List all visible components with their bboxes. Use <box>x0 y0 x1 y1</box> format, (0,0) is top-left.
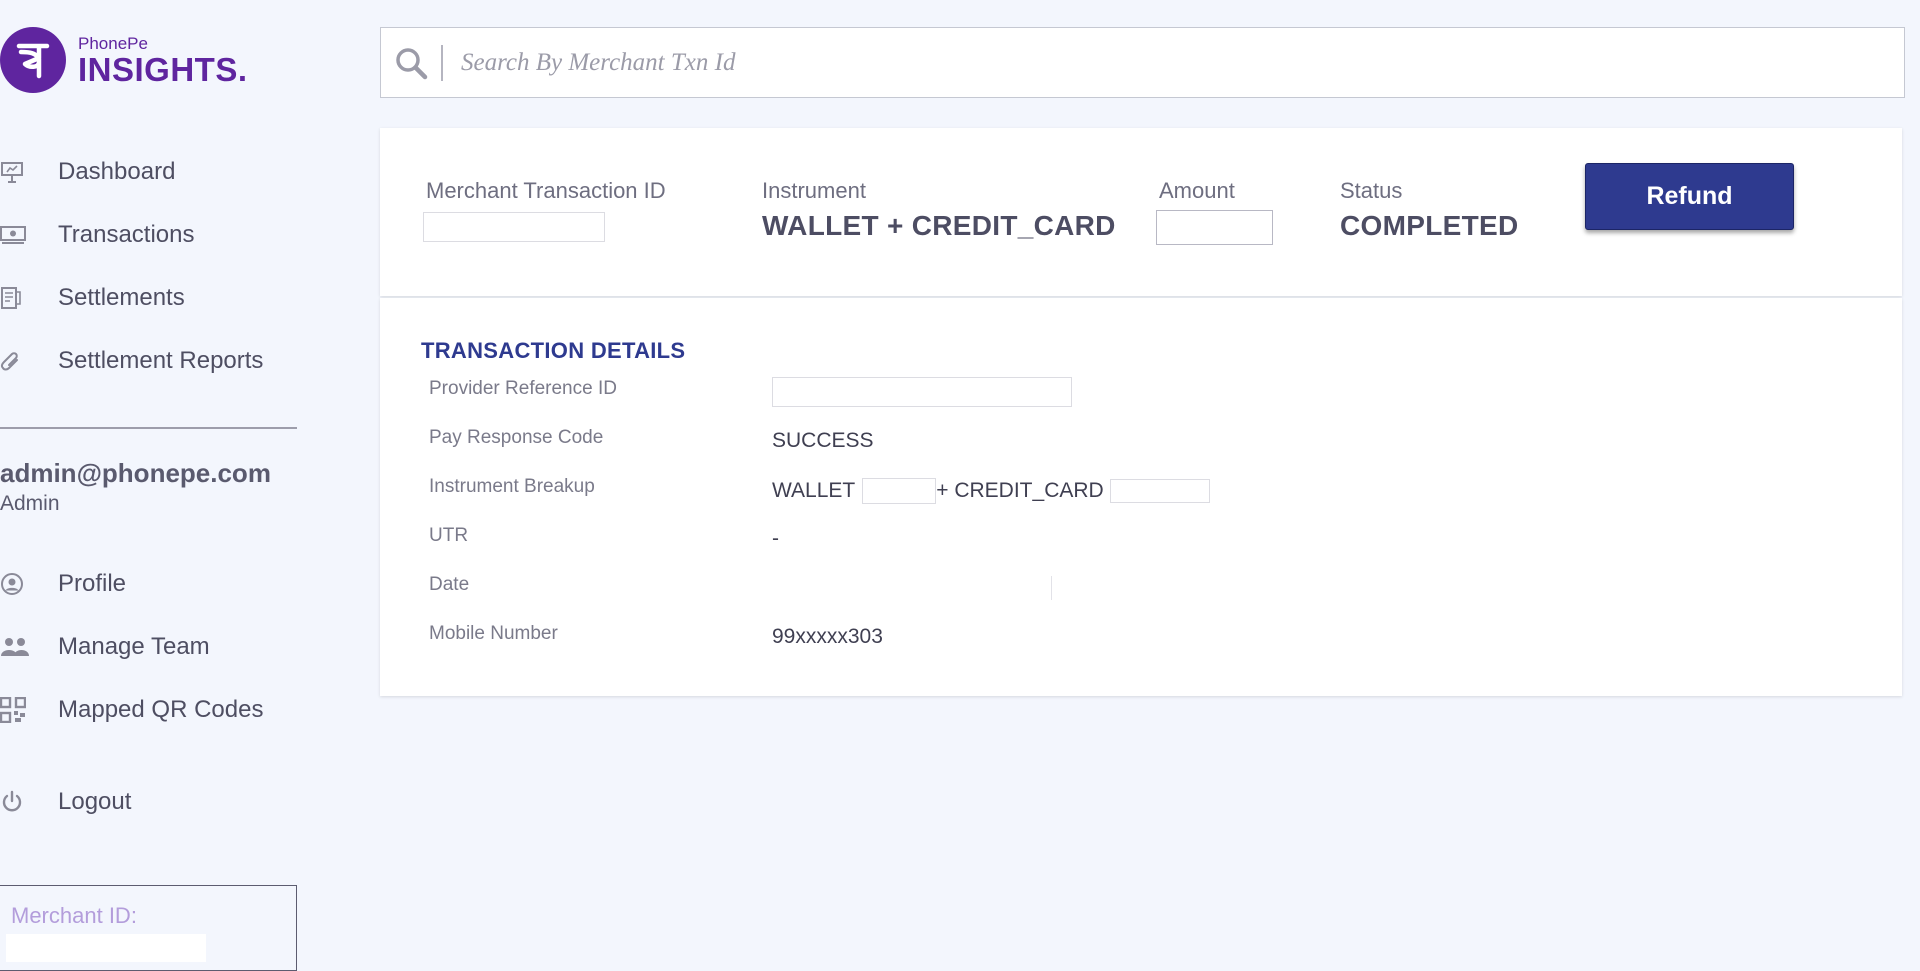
user-email: admin@phonepe.com <box>0 458 271 488</box>
sidebar-item-settlements[interactable]: Settlements <box>0 266 300 329</box>
logo-product: INSIGHTS. <box>78 50 248 88</box>
nav-secondary: Profile Manage Team Mapped QR Codes <box>0 552 300 741</box>
user-role: Admin <box>0 492 60 515</box>
transaction-details-card: TRANSACTION DETAILS Provider Reference I… <box>380 298 1902 696</box>
provider-reference-value <box>772 377 1072 407</box>
instrument-breakup-credit-card: + CREDIT_CARD <box>936 479 1104 502</box>
detail-row-utr: UTR - <box>429 525 1829 565</box>
phonepe-logo[interactable]: PhonePe INSIGHTS. <box>0 27 248 93</box>
power-icon <box>0 789 30 815</box>
merchant-id-box: Merchant ID: <box>0 885 297 971</box>
logout-label: Logout <box>58 787 132 815</box>
search-bar <box>380 27 1905 98</box>
amount-label: Amount <box>1159 178 1235 203</box>
status-field: Status COMPLETED <box>1340 178 1518 242</box>
date-label: Date <box>429 574 470 595</box>
sidebar-item-label: Dashboard <box>58 157 176 185</box>
sidebar-item-settlement-reports[interactable]: Settlement Reports <box>0 329 300 392</box>
amount-value <box>1156 210 1273 245</box>
pay-response-code-value: SUCCESS <box>772 429 874 452</box>
logo-brand: PhonePe <box>78 33 148 53</box>
instrument-label: Instrument <box>762 178 866 203</box>
sidebar-item-mapped-qr-codes[interactable]: Mapped QR Codes <box>0 678 300 741</box>
instrument-field: Instrument WALLET + CREDIT_CARD <box>762 178 1116 242</box>
instrument-breakup-value: WALLET + CREDIT_CARD <box>772 478 1210 504</box>
date-value <box>772 576 1052 600</box>
amount-field: Amount <box>1156 178 1273 245</box>
status-label: Status <box>1340 178 1403 203</box>
phonepe-logo-icon <box>0 27 66 93</box>
merchant-transaction-id-field: Merchant Transaction ID <box>423 178 666 242</box>
user-circle-icon <box>0 571 30 597</box>
sidebar-divider <box>0 427 297 429</box>
sidebar-item-profile[interactable]: Profile <box>0 552 300 615</box>
instrument-breakup-wallet: WALLET <box>772 479 856 502</box>
sidebar-item-label: Mapped QR Codes <box>58 695 264 723</box>
mobile-number-label: Mobile Number <box>429 623 558 644</box>
logout-button[interactable]: Logout <box>0 770 300 833</box>
merchant-id-label: Merchant ID: <box>11 903 137 928</box>
status-value: COMPLETED <box>1340 210 1519 241</box>
sidebar-item-manage-team[interactable]: Manage Team <box>0 615 300 678</box>
wallet-amount-redacted <box>862 478 937 504</box>
detail-row-provider-reference: Provider Reference ID <box>429 377 1829 418</box>
sidebar-item-label: Settlement Reports <box>58 346 264 374</box>
sidebar: PhonePe INSIGHTS. Dashboard Transactions… <box>0 0 300 971</box>
search-input[interactable] <box>443 28 1904 97</box>
mobile-number-value: 99xxxxx303 <box>772 625 883 648</box>
detail-row-pay-response-code: Pay Response Code SUCCESS <box>429 427 1829 467</box>
pay-response-code-label: Pay Response Code <box>429 427 604 448</box>
detail-row-mobile-number: Mobile Number 99xxxxx303 <box>429 623 1829 663</box>
sidebar-item-label: Profile <box>58 569 127 597</box>
sidebar-item-transactions[interactable]: Transactions <box>0 203 300 266</box>
sidebar-item-label: Manage Team <box>58 632 210 660</box>
detail-row-date: Date <box>429 574 1829 614</box>
instrument-breakup-label: Instrument Breakup <box>429 476 595 497</box>
money-icon <box>0 222 30 248</box>
merchant-id-value <box>6 934 206 962</box>
sidebar-item-dashboard[interactable]: Dashboard <box>0 140 300 203</box>
search-icon[interactable] <box>381 45 441 81</box>
utr-label: UTR <box>429 525 469 546</box>
paperclip-icon <box>0 348 30 374</box>
transaction-details-title: TRANSACTION DETAILS <box>421 338 686 363</box>
nav-primary: Dashboard Transactions Settlements Settl… <box>0 140 300 392</box>
receipt-icon <box>0 285 30 311</box>
provider-reference-label: Provider Reference ID <box>429 378 617 399</box>
transaction-summary-card: Merchant Transaction ID Instrument WALLE… <box>380 128 1902 296</box>
detail-row-instrument-breakup: Instrument Breakup WALLET + CREDIT_CARD <box>429 476 1829 516</box>
refund-button[interactable]: Refund <box>1585 163 1794 230</box>
qr-code-icon <box>0 696 30 723</box>
sidebar-item-label: Settlements <box>58 283 185 311</box>
merchant-transaction-id-value <box>423 212 605 242</box>
presentation-icon <box>0 159 30 185</box>
credit-card-amount-redacted <box>1109 479 1210 503</box>
nav-logout: Logout <box>0 770 300 833</box>
team-icon <box>0 634 30 660</box>
utr-value: - <box>772 527 779 550</box>
instrument-value: WALLET + CREDIT_CARD <box>762 210 1116 241</box>
merchant-transaction-id-label: Merchant Transaction ID <box>426 178 666 203</box>
sidebar-item-label: Transactions <box>58 220 195 248</box>
